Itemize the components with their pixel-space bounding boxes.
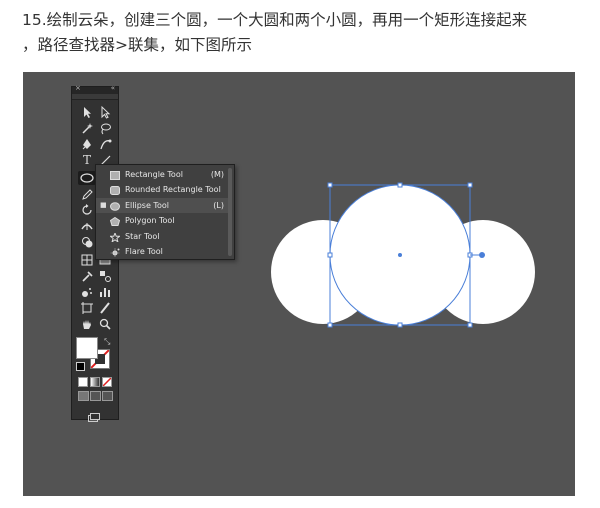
- fill-swatch[interactable]: [76, 337, 98, 359]
- ellipse-icon: [110, 201, 120, 211]
- close-icon[interactable]: ×: [75, 84, 81, 92]
- flyout-item-rectangle[interactable]: Rectangle Tool (M): [96, 167, 228, 182]
- caption-line-2: ，路径查找器>联集，如下图所示: [22, 36, 252, 54]
- curvature-tool-icon[interactable]: [98, 137, 112, 151]
- tools-panel-header: × «: [72, 84, 118, 94]
- fill-stroke-swatches: ⤡: [76, 337, 116, 371]
- color-mode-buttons: [78, 377, 114, 387]
- shape-builder-tool-icon[interactable]: [80, 235, 94, 249]
- star-icon: [108, 231, 122, 244]
- screen-mode-icon[interactable]: [88, 407, 100, 422]
- selection-tool-icon[interactable]: [80, 105, 94, 119]
- none-mode-icon[interactable]: [102, 377, 112, 387]
- type-tool-icon[interactable]: T: [80, 153, 94, 167]
- shape-tools-flyout: Rectangle Tool (M) Rounded Rectangle Too…: [95, 164, 235, 260]
- blend-tool-icon[interactable]: [98, 269, 112, 283]
- flare-icon: [110, 247, 120, 257]
- ellipse-tool-icon[interactable]: [78, 171, 96, 185]
- center-point: [398, 253, 402, 257]
- direct-selection-tool-icon[interactable]: [98, 105, 112, 119]
- draw-behind-icon[interactable]: [90, 391, 101, 401]
- swap-fill-stroke-icon[interactable]: ⤡: [104, 337, 114, 347]
- width-tool-icon[interactable]: [80, 219, 94, 233]
- polygon-icon: [109, 216, 121, 226]
- caption-line-1: 15.绘制云朵，创建三个圆，一个大圆和两个小圆，再用一个矩形连接起来: [22, 11, 528, 29]
- instruction-caption: 15.绘制云朵，创建三个圆，一个大圆和两个小圆，再用一个矩形连接起来 ，路径查找…: [22, 8, 588, 58]
- zoom-tool-icon[interactable]: [98, 317, 112, 331]
- selected-bullet-icon: ■: [100, 201, 107, 209]
- mesh-tool-icon[interactable]: [80, 253, 94, 267]
- flyout-item-polygon[interactable]: Polygon Tool: [96, 213, 228, 228]
- flyout-item-shortcut: (L): [213, 201, 224, 210]
- hand-tool-icon[interactable]: [80, 317, 94, 331]
- column-graph-tool-icon[interactable]: [98, 285, 112, 299]
- pencil-tool-icon[interactable]: [80, 187, 94, 201]
- color-mode-icon[interactable]: [78, 377, 88, 387]
- artboard-tool-icon[interactable]: [80, 301, 94, 315]
- flyout-item-label: Polygon Tool: [125, 216, 175, 225]
- flyout-item-label: Ellipse Tool: [125, 201, 169, 210]
- flyout-item-label: Star Tool: [125, 232, 160, 241]
- slice-tool-icon[interactable]: [98, 301, 112, 315]
- drawing-mode-buttons: [78, 391, 114, 401]
- rotate-tool-icon[interactable]: [80, 203, 94, 217]
- symbol-sprayer-tool-icon[interactable]: [80, 285, 94, 299]
- rectangle-icon: [110, 170, 120, 180]
- flyout-item-label: Rectangle Tool: [125, 170, 183, 179]
- gradient-mode-icon[interactable]: [90, 377, 100, 387]
- flyout-item-star[interactable]: Star Tool: [96, 229, 228, 244]
- eyedropper-tool-icon[interactable]: [80, 269, 94, 283]
- flyout-item-ellipse[interactable]: ■ Ellipse Tool (L): [96, 198, 228, 213]
- draw-normal-icon[interactable]: [78, 391, 89, 401]
- flyout-tearoff-bar[interactable]: [228, 168, 232, 256]
- flyout-item-shortcut: (M): [210, 170, 224, 179]
- flyout-item-label: Flare Tool: [125, 247, 163, 256]
- live-shape-widget[interactable]: [479, 252, 485, 258]
- rounded-rectangle-icon: [110, 185, 120, 195]
- magic-wand-tool-icon[interactable]: [80, 121, 94, 135]
- tools-panel-grip[interactable]: [72, 94, 118, 100]
- pen-tool-icon[interactable]: [80, 137, 94, 151]
- collapse-icon[interactable]: «: [111, 84, 115, 92]
- flyout-item-label: Rounded Rectangle Tool: [125, 185, 221, 194]
- lasso-tool-icon[interactable]: [98, 121, 112, 135]
- flyout-item-flare[interactable]: Flare Tool: [96, 244, 228, 259]
- draw-inside-icon[interactable]: [102, 391, 113, 401]
- illustrator-canvas[interactable]: × « T ⤡ Rectangle Tool (M) Rounded Recta…: [23, 72, 575, 496]
- flyout-item-rounded-rectangle[interactable]: Rounded Rectangle Tool: [96, 182, 228, 197]
- default-colors-icon[interactable]: [76, 362, 85, 371]
